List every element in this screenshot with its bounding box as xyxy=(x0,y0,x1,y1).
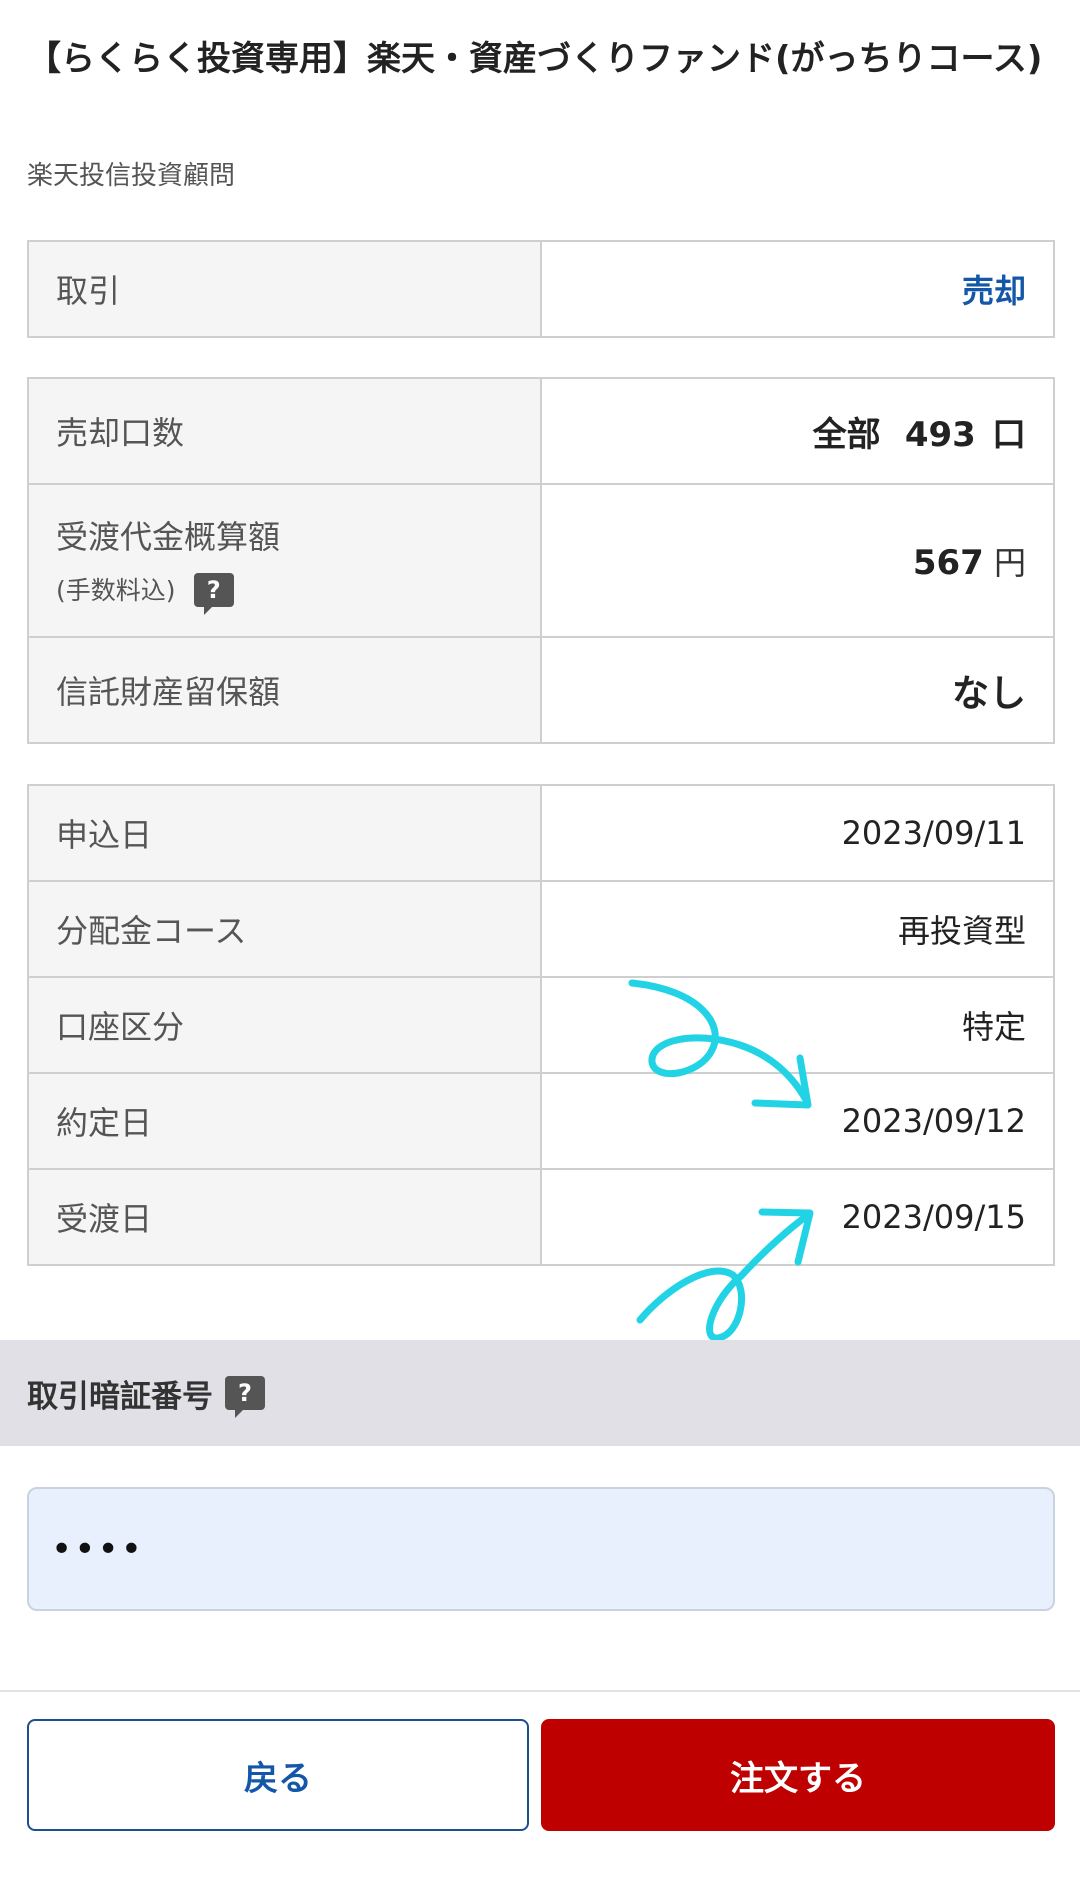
reserve-row: 信託財産留保額 なし xyxy=(27,636,1055,744)
trade-value: 売却 xyxy=(961,272,1026,310)
reserve-label: 信託財産留保額 xyxy=(27,636,542,744)
amount-label-cell: 受渡代金概算額 (手数料込) ? xyxy=(27,483,542,638)
amount-sub-label-row: (手数料込) ? xyxy=(56,569,540,615)
units-suffix: 口 xyxy=(992,414,1026,455)
amount-row: 受渡代金概算額 (手数料込) ? 567 円 xyxy=(27,483,1055,638)
amount-value: 567 xyxy=(912,542,984,583)
trade-label: 取引 xyxy=(27,240,542,338)
units-value-cell: 全部 493 口 xyxy=(540,377,1055,485)
detail-value: 2023/09/11 xyxy=(540,784,1055,882)
fund-title: 【らくらく投資専用】楽天・資産づくりファンド(がっちりコース) xyxy=(27,39,1043,79)
trade-row: 取引 売却 xyxy=(27,240,1055,338)
reserve-value-cell: なし xyxy=(540,636,1055,744)
detail-value: 再投資型 xyxy=(540,880,1055,978)
detail-value: 特定 xyxy=(540,976,1055,1074)
detail-row: 申込日 2023/09/11 xyxy=(27,784,1055,882)
detail-label: 口座区分 xyxy=(27,976,542,1074)
amount-label: 受渡代金概算額 xyxy=(56,517,281,556)
units-prefix: 全部 xyxy=(812,414,881,455)
sale-table: 売却口数 全部 493 口 受渡代金概算額 (手数料込) ? 567 円 信託財… xyxy=(27,377,1055,744)
units-label: 売却口数 xyxy=(27,377,542,485)
help-icon[interactable]: ? xyxy=(193,572,234,615)
amount-value-cell: 567 円 xyxy=(540,483,1055,638)
details-table: 申込日 2023/09/11 分配金コース 再投資型 口座区分 特定 約定日 2… xyxy=(27,784,1055,1266)
trade-table: 取引 売却 xyxy=(27,240,1055,338)
detail-row: 分配金コース 再投資型 xyxy=(27,880,1055,978)
trade-value-cell: 売却 xyxy=(540,240,1055,338)
pin-input[interactable] xyxy=(27,1487,1055,1611)
back-button[interactable]: 戻る xyxy=(27,1719,529,1831)
detail-label: 申込日 xyxy=(27,784,542,882)
detail-label: 分配金コース xyxy=(27,880,542,978)
fund-company: 楽天投信投資顧問 xyxy=(27,161,236,191)
detail-value: 2023/09/15 xyxy=(540,1168,1055,1266)
detail-label: 約定日 xyxy=(27,1072,542,1170)
detail-label: 受渡日 xyxy=(27,1168,542,1266)
units-value: 493 xyxy=(904,414,976,455)
detail-value: 2023/09/12 xyxy=(540,1072,1055,1170)
reserve-value: なし xyxy=(952,672,1026,715)
amount-unit: 円 xyxy=(993,543,1026,582)
units-row: 売却口数 全部 493 口 xyxy=(27,377,1055,485)
pin-label: 取引暗証番号 xyxy=(27,1378,213,1415)
order-button[interactable]: 注文する xyxy=(541,1719,1055,1831)
amount-sub-label: (手数料込) xyxy=(56,575,176,605)
detail-row: 受渡日 2023/09/15 xyxy=(27,1168,1055,1266)
help-icon[interactable]: ? xyxy=(225,1376,265,1418)
order-confirmation-page: 【らくらく投資専用】楽天・資産づくりファンド(がっちりコース) 楽天投信投資顧問… xyxy=(0,0,1080,1895)
detail-row: 口座区分 特定 xyxy=(27,976,1055,1074)
footer-divider xyxy=(0,1690,1080,1692)
detail-row: 約定日 2023/09/12 xyxy=(27,1072,1055,1170)
pin-header: 取引暗証番号 ? xyxy=(0,1340,1080,1446)
